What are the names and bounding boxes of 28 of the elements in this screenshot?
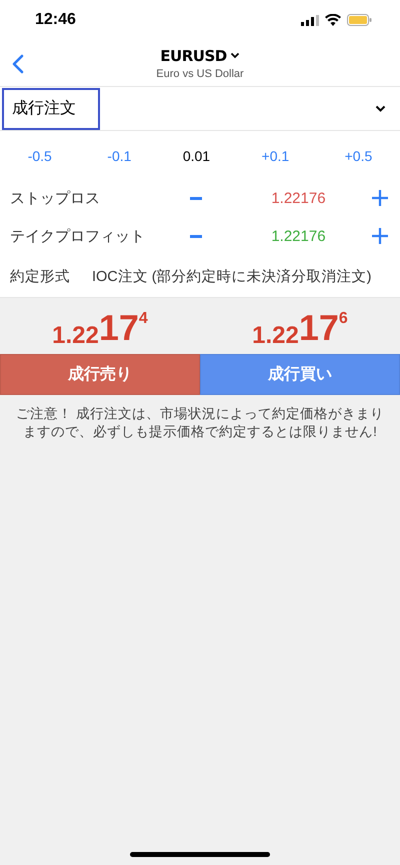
battery-icon: [347, 14, 372, 26]
increase-button[interactable]: [370, 188, 390, 208]
buy-button[interactable]: 成行買い: [200, 354, 400, 395]
signal-icon: [301, 14, 319, 26]
execution-label: 約定形式: [10, 268, 70, 286]
order-type-dropdown[interactable]: 成行注文: [2, 88, 100, 130]
minus-icon: [190, 196, 202, 200]
step-button[interactable]: +0.1: [258, 146, 294, 166]
level-label: テイクプロフィット: [10, 226, 146, 246]
status-time: 12:46: [35, 11, 76, 29]
level-value[interactable]: 1.22176: [271, 228, 370, 244]
level-value[interactable]: 1.22176: [271, 190, 370, 206]
wifi-icon: [325, 14, 341, 26]
chevron-down-icon: [375, 105, 386, 112]
execution-value: IOC注文 (部分約定時に未決済分取消注文): [92, 268, 372, 286]
symbol-selector[interactable]: EURUSD: [160, 46, 240, 64]
minus-icon: [190, 234, 202, 238]
step-button[interactable]: +0.5: [340, 146, 376, 166]
caret-icon: [230, 52, 240, 59]
step-button[interactable]: -0.5: [24, 146, 56, 166]
warning-text: ご注意！ 成行注文は、市場状況によって約定価格がきまりますので、必ずしも提示価格で約定するとは限りません!: [15, 405, 385, 442]
step-size: 0.01: [182, 148, 210, 164]
symbol-subtitle: Euro vs US Dollar: [156, 68, 244, 80]
back-button[interactable]: [10, 52, 26, 76]
increase-button[interactable]: [370, 226, 390, 246]
step-button[interactable]: -0.1: [103, 146, 136, 166]
sell-button[interactable]: 成行売り: [0, 354, 200, 395]
level-label: ストップロス: [10, 188, 101, 208]
